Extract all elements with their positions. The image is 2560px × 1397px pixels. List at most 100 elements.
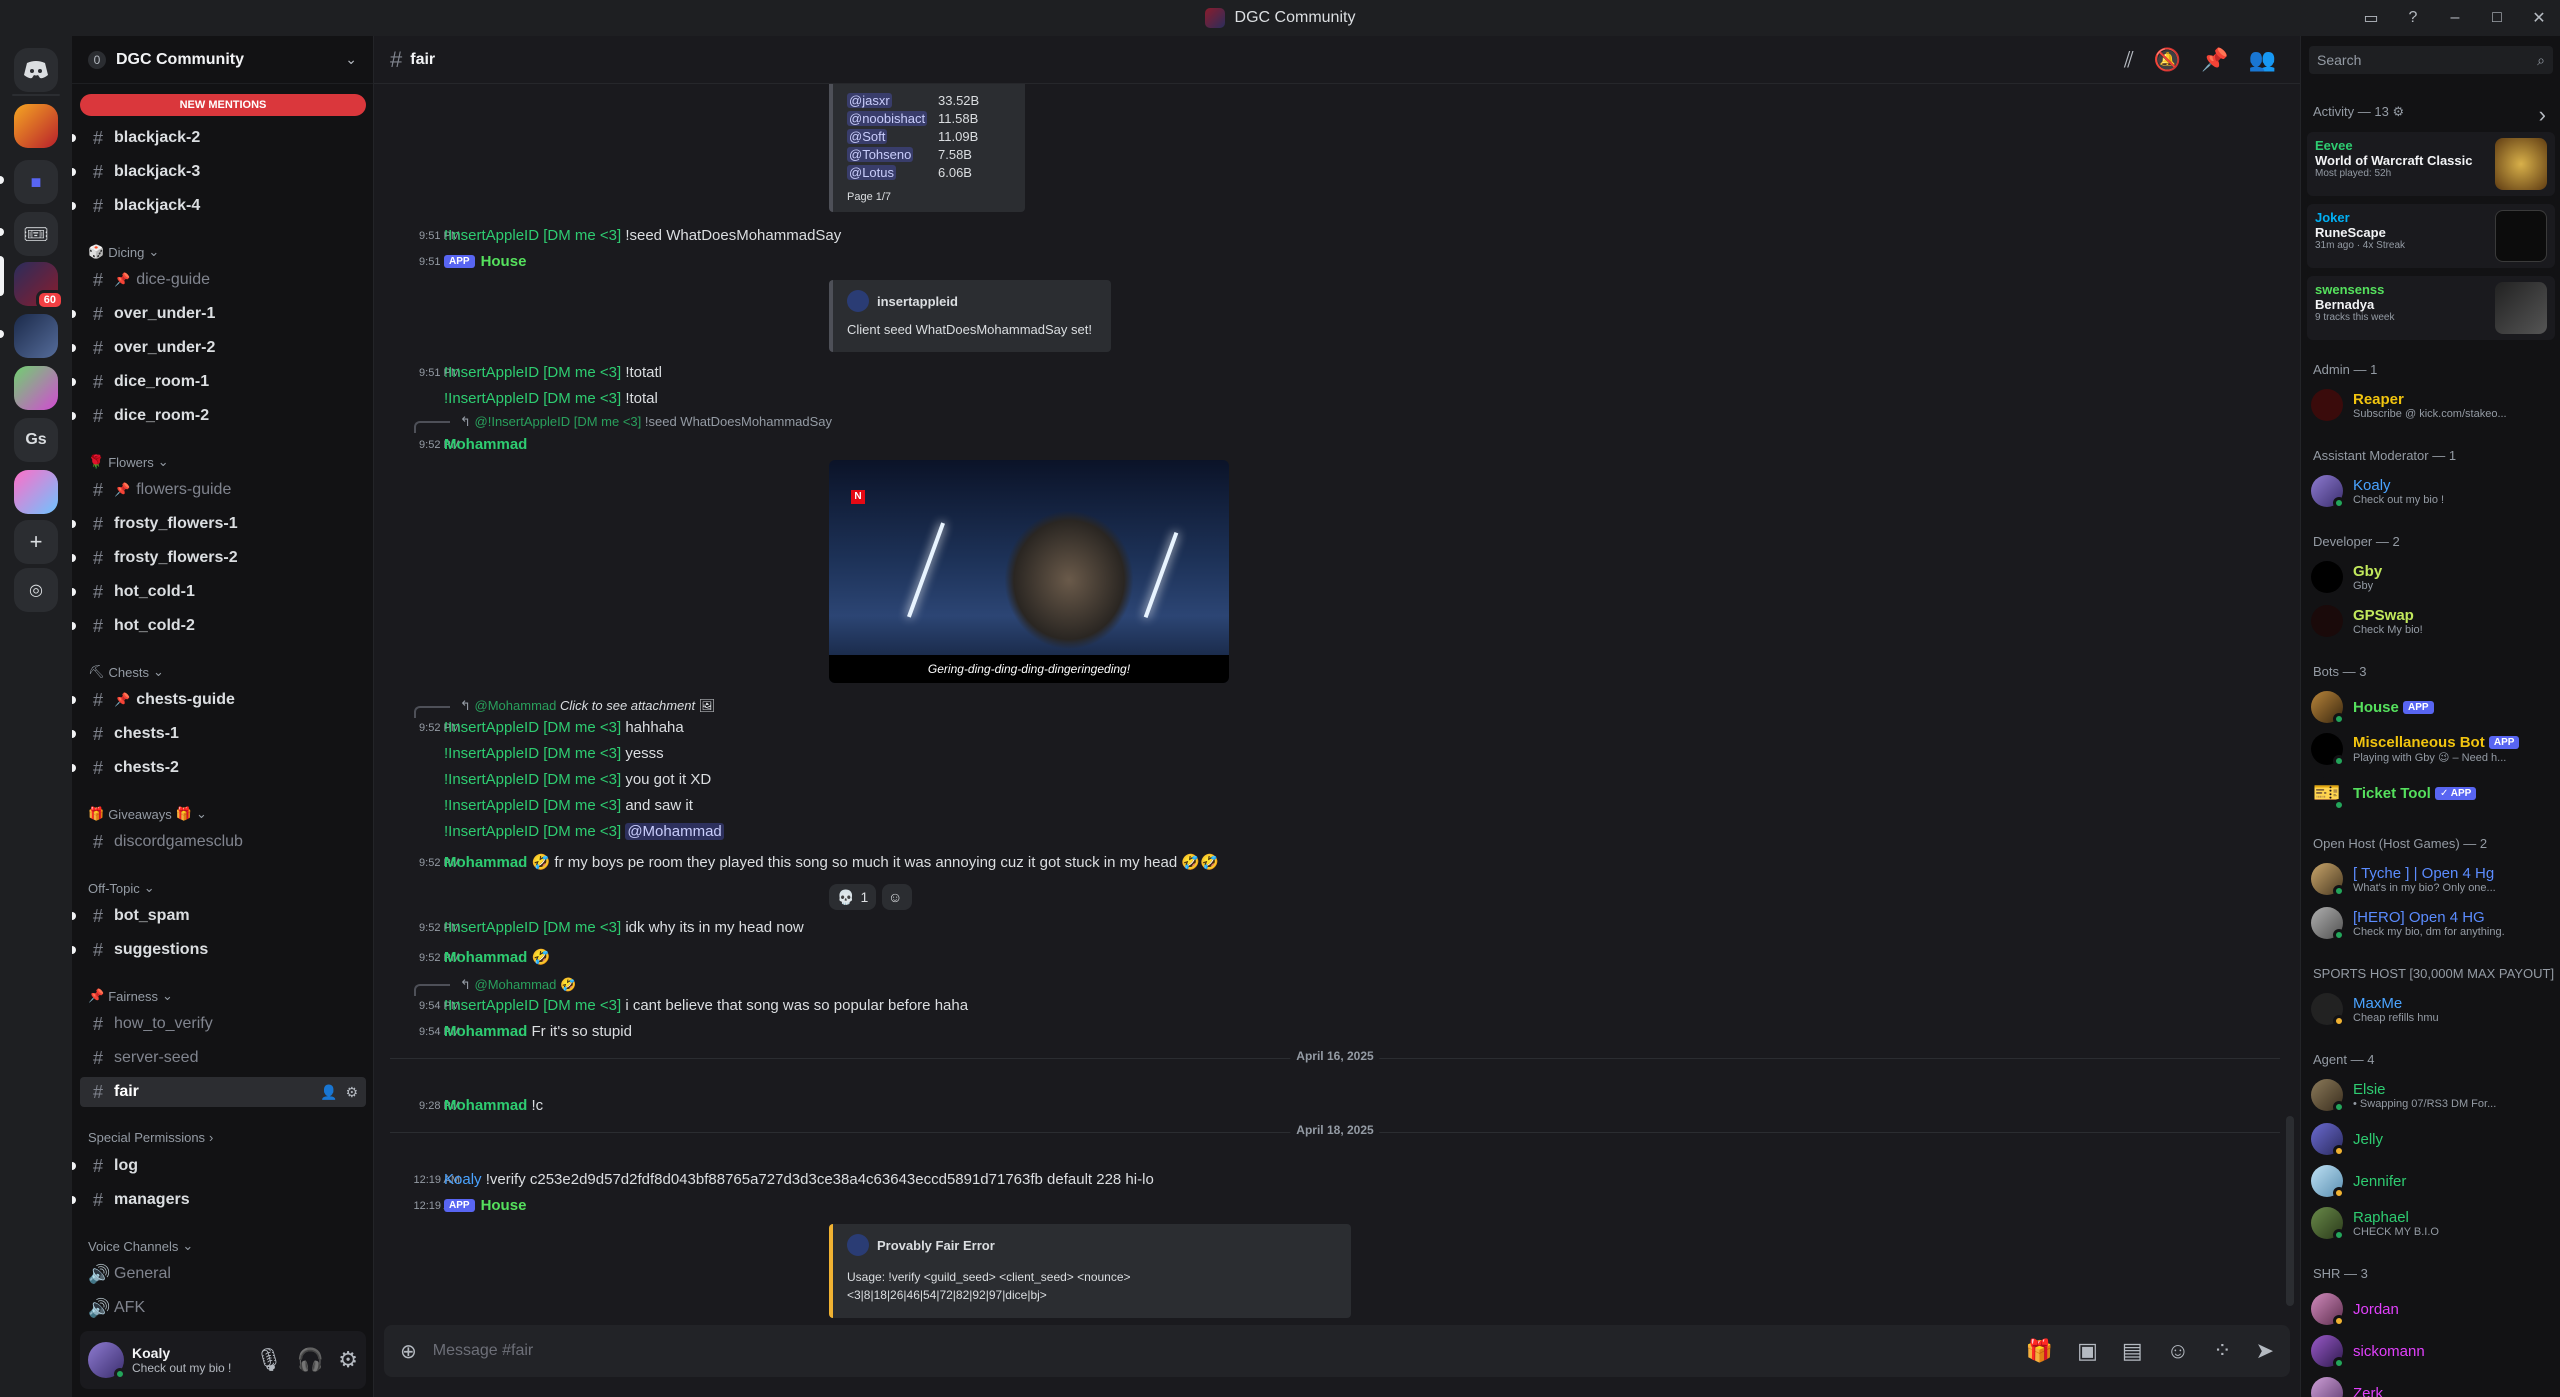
user-mention[interactable]: @Mohammad bbox=[625, 823, 724, 840]
reply-preview[interactable]: ↰ @!InsertAppleID [DM me <3] !seed WhatD… bbox=[460, 414, 832, 430]
member-item[interactable]: Jelly bbox=[2311, 1118, 2553, 1160]
author-name[interactable]: House bbox=[481, 1197, 527, 1214]
member-list-icon[interactable]: 👥 bbox=[2249, 47, 2276, 73]
author-name[interactable]: !InsertAppleID [DM me <3] bbox=[444, 919, 621, 936]
server-icon-3[interactable] bbox=[14, 314, 58, 358]
inbox-icon[interactable]: ▭ bbox=[2350, 0, 2392, 36]
category-special-permissions[interactable]: Special Permissions › bbox=[88, 1130, 213, 1145]
member-item[interactable]: Jennifer bbox=[2311, 1160, 2553, 1202]
channel-chests-1[interactable]: # chests-1 bbox=[72, 719, 366, 749]
gear-icon[interactable]: ⚙ bbox=[2392, 104, 2404, 119]
member-item[interactable]: Jordan bbox=[2311, 1288, 2553, 1330]
member-item[interactable]: Raphael CHECK MY B.I.O bbox=[2311, 1202, 2553, 1244]
channel-hot-cold-2[interactable]: # hot_cold-2 bbox=[72, 611, 366, 641]
reaction-skull[interactable]: 💀 1 bbox=[829, 884, 877, 910]
channel-server-seed[interactable]: # server-seed bbox=[80, 1043, 366, 1073]
member-item[interactable]: [HERO] Open 4 HG Check my bio, dm for any… bbox=[2311, 902, 2553, 944]
author-name[interactable]: !InsertAppleID [DM me <3] bbox=[444, 227, 621, 244]
video-attachment[interactable]: N Gering-ding-ding-ding-dingeringeding! bbox=[829, 460, 1229, 683]
leaderboard-user[interactable]: @Soft bbox=[847, 129, 888, 144]
invite-icon[interactable]: 👤 bbox=[320, 1084, 337, 1101]
gift-icon[interactable]: 🎁 bbox=[2026, 1338, 2053, 1364]
server-icon-4[interactable] bbox=[14, 366, 58, 410]
channel-blackjack-3[interactable]: # blackjack-3 bbox=[72, 157, 366, 187]
category-dicing[interactable]: 🎲 Dicing ⌄ bbox=[88, 244, 159, 260]
channel-bot-spam[interactable]: # bot_spam bbox=[72, 901, 366, 931]
channel-chests-2[interactable]: # chests-2 bbox=[72, 753, 366, 783]
category-off-topic[interactable]: Off-Topic ⌄ bbox=[88, 880, 155, 896]
gif-icon[interactable]: ▣ bbox=[2077, 1338, 2098, 1364]
headphones-icon[interactable]: 🎧 bbox=[297, 1347, 324, 1373]
author-name[interactable]: !InsertAppleID [DM me <3] bbox=[444, 390, 621, 407]
member-item[interactable]: Miscellaneous Bot APP Playing with Gby 😉 … bbox=[2311, 728, 2553, 770]
server-header[interactable]: 0 DGC Community ⌄ bbox=[72, 36, 373, 84]
author-name[interactable]: !InsertAppleID [DM me <3] bbox=[444, 745, 621, 762]
member-item[interactable]: sickomann bbox=[2311, 1330, 2553, 1372]
avatar[interactable] bbox=[88, 1342, 126, 1380]
category-flowers[interactable]: 🌹 Flowers ⌄ bbox=[88, 454, 169, 470]
maximize-button[interactable]: □ bbox=[2476, 0, 2518, 36]
channel-how-to-verify[interactable]: # how_to_verify bbox=[80, 1009, 366, 1039]
leaderboard-user[interactable]: @jasxr bbox=[847, 93, 892, 108]
member-item[interactable]: House APP bbox=[2311, 686, 2553, 728]
member-item[interactable]: Elsie • Swapping 07/RS3 DM For... bbox=[2311, 1074, 2553, 1116]
member-item[interactable]: Reaper Subscribe @ kick.com/stakeo... bbox=[2311, 384, 2553, 426]
author-name[interactable]: Mohammad bbox=[444, 949, 527, 966]
channel-discordgamesclub[interactable]: # discordgamesclub bbox=[80, 827, 366, 857]
channel-frosty-flowers-2[interactable]: # frosty_flowers-2 bbox=[72, 543, 366, 573]
activity-card[interactable]: swensenss Bernadya 9 tracks this week bbox=[2307, 276, 2555, 340]
channel-dice-guide[interactable]: # 📌 dice-guide bbox=[80, 265, 366, 295]
member-item[interactable]: [ Tyche ] | Open 4 Hg What's in my bio? O… bbox=[2311, 858, 2553, 900]
channel-over-under-1[interactable]: # over_under-1 bbox=[72, 299, 366, 329]
chevron-right-icon[interactable]: › bbox=[2539, 102, 2546, 128]
channel-log[interactable]: # log bbox=[72, 1151, 366, 1181]
voice-channel-general[interactable]: 🔊 General bbox=[80, 1259, 366, 1289]
scrollbar-thumb[interactable] bbox=[2286, 1116, 2294, 1306]
microphone-icon[interactable]: 🎙 bbox=[255, 1347, 283, 1373]
discover-icon[interactable]: ◎ bbox=[14, 568, 58, 612]
category-voice-channels[interactable]: Voice Channels ⌄ bbox=[88, 1238, 193, 1254]
channel-dice-room-2[interactable]: # dice_room-2 bbox=[72, 401, 366, 431]
category-giveaways[interactable]: 🎁 Giveaways 🎁 ⌄ bbox=[88, 806, 207, 822]
channel-hot-cold-1[interactable]: # hot_cold-1 bbox=[72, 577, 366, 607]
member-item[interactable]: Gby Gby bbox=[2311, 556, 2553, 598]
apps-icon[interactable]: ⁘ bbox=[2213, 1338, 2231, 1364]
author-name[interactable]: Mohammad bbox=[444, 1097, 527, 1114]
author-name[interactable]: Mohammad bbox=[444, 854, 527, 871]
author-name[interactable]: !InsertAppleID [DM me <3] bbox=[444, 771, 621, 788]
close-button[interactable]: ✕ bbox=[2518, 0, 2560, 36]
leaderboard-user[interactable]: @Tohseno bbox=[847, 147, 914, 162]
add-reaction-button[interactable]: ☺ bbox=[882, 884, 912, 910]
new-mentions-button[interactable]: NEW MENTIONS bbox=[80, 94, 366, 116]
voice-channel-afk[interactable]: 🔊 AFK bbox=[80, 1293, 366, 1323]
channel-frosty-flowers-1[interactable]: # frosty_flowers-1 bbox=[72, 509, 366, 539]
leaderboard-user[interactable]: @noobishact bbox=[847, 111, 928, 126]
member-item[interactable]: 🎫 Ticket Tool ✓ APP bbox=[2311, 772, 2553, 814]
category-chests[interactable]: ⛏ Chests ⌄ bbox=[88, 664, 164, 680]
member-item[interactable]: GPSwap Check My bio! bbox=[2311, 600, 2553, 642]
channel-over-under-2[interactable]: # over_under-2 bbox=[72, 333, 366, 363]
author-name[interactable]: Koaly bbox=[444, 1171, 482, 1188]
author-name[interactable]: Mohammad bbox=[444, 436, 527, 453]
channel-chests-guide[interactable]: # 📌 chests-guide bbox=[72, 685, 366, 715]
channel-flowers-guide[interactable]: # 📌 flowers-guide bbox=[80, 475, 366, 505]
member-item[interactable]: MaxMe Cheap refills hmu bbox=[2311, 988, 2553, 1030]
emoji-icon[interactable]: ☺ bbox=[2167, 1338, 2189, 1364]
server-icon-kqs[interactable] bbox=[14, 104, 58, 148]
upload-icon[interactable]: ⊕ bbox=[400, 1339, 417, 1364]
activity-card[interactable]: Joker RuneScape 31m ago · 4x Streak bbox=[2307, 204, 2555, 268]
message-input[interactable] bbox=[432, 1342, 2010, 1360]
channel-suggestions[interactable]: # suggestions bbox=[72, 935, 366, 965]
author-name[interactable]: !InsertAppleID [DM me <3] bbox=[444, 719, 621, 736]
author-name[interactable]: !InsertAppleID [DM me <3] bbox=[444, 823, 621, 840]
discord-home-icon[interactable] bbox=[14, 48, 58, 92]
member-item[interactable]: Zerk bbox=[2311, 1372, 2553, 1397]
gear-icon[interactable]: ⚙ bbox=[338, 1347, 358, 1373]
author-name[interactable]: !InsertAppleID [DM me <3] bbox=[444, 997, 621, 1014]
add-server-icon[interactable]: + bbox=[14, 520, 58, 564]
reply-preview[interactable]: ↰ @Mohammad 🤣 bbox=[460, 977, 576, 993]
folder-icon[interactable]: ■ bbox=[14, 160, 58, 204]
help-icon[interactable]: ? bbox=[2392, 0, 2434, 36]
pin-icon[interactable]: 📌 bbox=[2201, 47, 2228, 73]
channel-blackjack-4[interactable]: # blackjack-4 bbox=[72, 191, 366, 221]
